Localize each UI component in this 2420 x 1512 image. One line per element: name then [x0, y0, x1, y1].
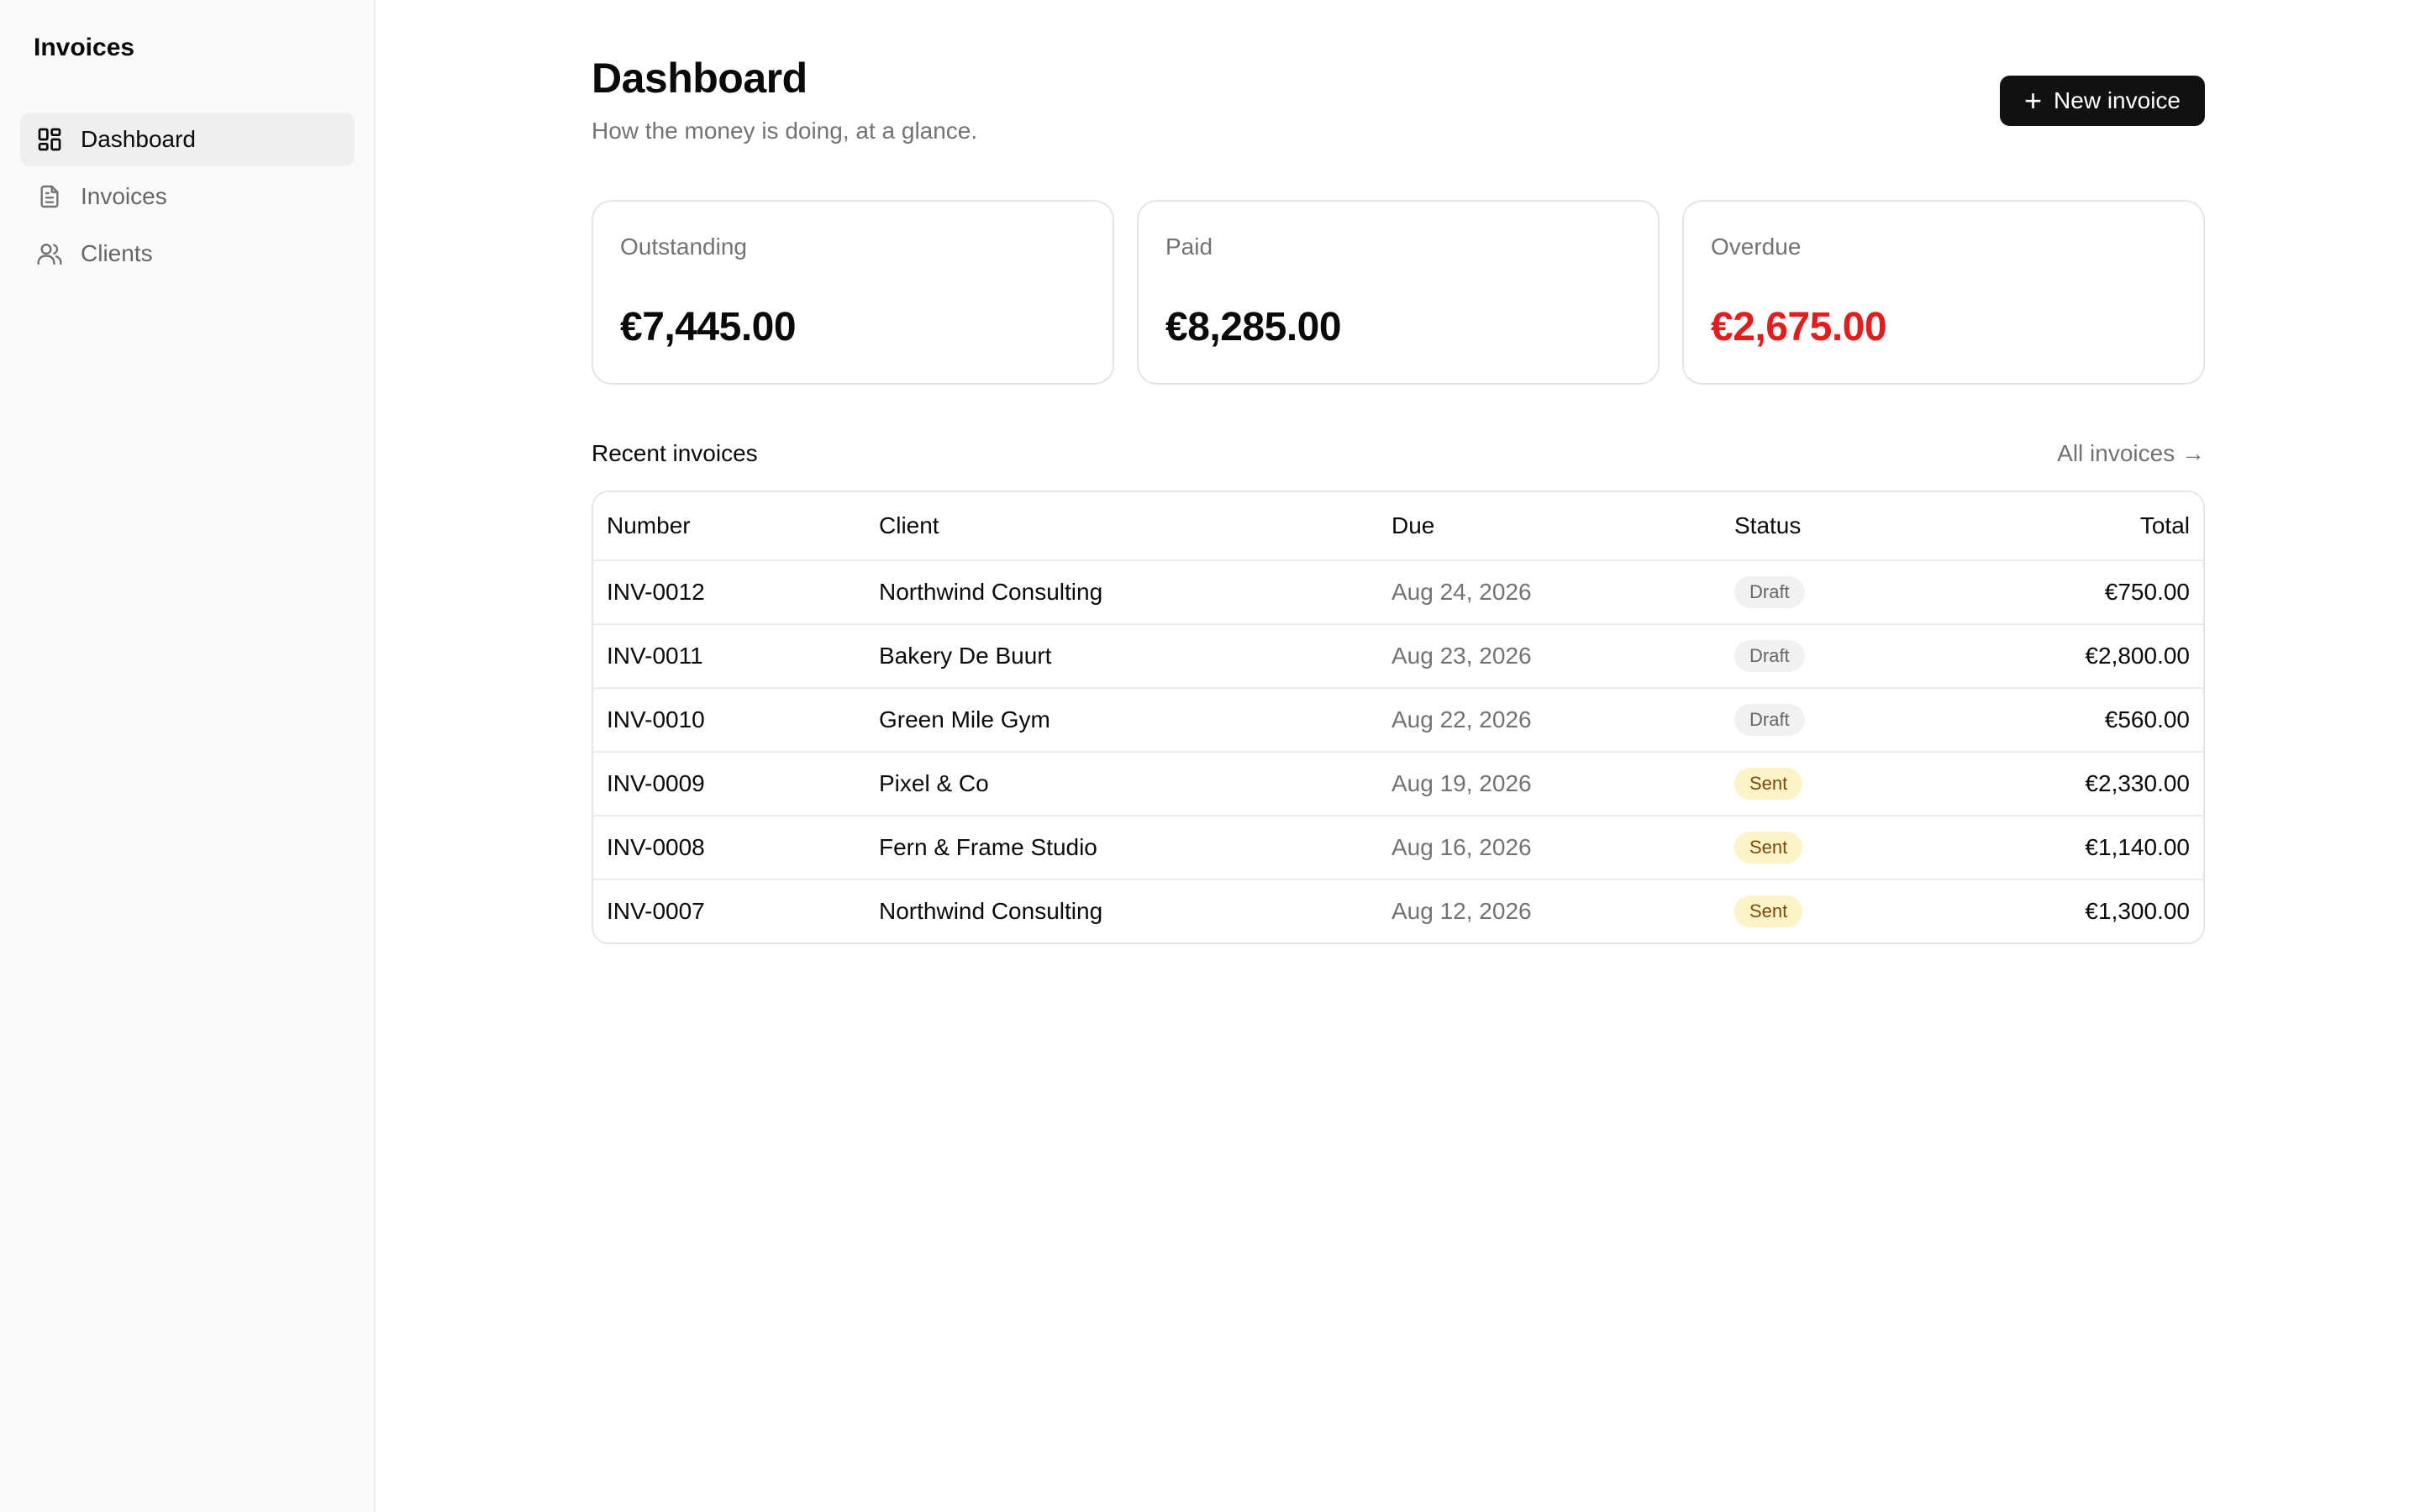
invoice-status-cell: Sent	[1734, 816, 1986, 880]
recent-invoices-title: Recent invoices	[592, 440, 758, 466]
invoice-due: Aug 12, 2026	[1392, 898, 1532, 924]
stat-card-paid: Paid €8,285.00	[1137, 200, 1660, 385]
new-invoice-label: New invoice	[2054, 87, 2181, 113]
column-header-number: Number	[593, 492, 879, 561]
sidebar: Invoices Dashboard Invoices Clients	[0, 0, 376, 1512]
invoice-number: INV-0008	[593, 816, 879, 880]
table-row[interactable]: INV-0009 Pixel & Co Aug 19, 2026 Sent €2…	[593, 752, 2203, 816]
column-header-client: Client	[879, 492, 1392, 561]
column-header-due: Due	[1392, 492, 1734, 561]
invoice-due: Aug 23, 2026	[1392, 624, 1734, 689]
column-header-total: Total	[1986, 492, 2203, 561]
new-invoice-button[interactable]: + New invoice	[2000, 76, 2205, 126]
stat-value: €7,445.00	[620, 305, 797, 349]
sidebar-item-label: Dashboard	[81, 126, 196, 152]
sidebar-item-invoices[interactable]: Invoices	[20, 170, 355, 223]
invoice-client: Northwind Consulting	[879, 560, 1392, 625]
stat-value: €2,675.00	[1711, 305, 1887, 349]
stat-label: Outstanding	[620, 234, 747, 260]
invoice-total: €1,140.00	[1986, 816, 2203, 880]
stat-cards: Outstanding €7,445.00 Paid €8,285.00 Ove…	[592, 200, 2205, 385]
invoice-number: INV-0012	[593, 560, 879, 625]
invoice-number: INV-0010	[593, 688, 879, 753]
app-title: Invoices	[34, 34, 135, 61]
page-title: Dashboard	[592, 55, 808, 102]
table-row[interactable]: INV-0007 Northwind Consulting Aug 12, 20…	[593, 879, 2203, 942]
invoice-status-cell: Draft	[1734, 624, 1986, 689]
invoice-total: €750.00	[1986, 560, 2203, 625]
table-header-row: Number Client Due Status Total	[593, 492, 2203, 561]
status-badge: Sent	[1734, 895, 1803, 927]
sidebar-item-label: Clients	[81, 240, 153, 266]
users-icon	[35, 239, 64, 268]
invoice-number: INV-0009	[593, 752, 879, 816]
invoice-client: Fern & Frame Studio	[879, 816, 1392, 880]
invoice-due: Aug 22, 2026	[1392, 688, 1734, 753]
recent-invoices-table: Number Client Due Status Total INV-0012 …	[592, 491, 2205, 944]
stat-label: Overdue	[1711, 234, 1802, 260]
stat-label: Paid	[1165, 234, 1213, 260]
invoice-status-cell: Sent	[1734, 752, 1986, 816]
invoice-total: €2,330.00	[1986, 752, 2203, 816]
invoice-client: Bakery De Buurt	[879, 624, 1392, 689]
invoice-status-cell: Draft	[1734, 560, 1986, 625]
dashboard-icon	[35, 125, 64, 154]
invoice-client: Pixel & Co	[879, 752, 1392, 816]
document-icon	[35, 182, 64, 211]
invoice-due: Aug 24, 2026	[1392, 560, 1734, 625]
table-row[interactable]: INV-0008 Fern & Frame Studio Aug 16, 202…	[593, 816, 2203, 880]
invoice-due: Aug 19, 2026	[1392, 752, 1734, 816]
invoice-client: Green Mile Gym	[879, 688, 1392, 753]
status-badge: Sent	[1734, 768, 1803, 800]
stat-value: €8,285.00	[1165, 305, 1342, 349]
sidebar-item-dashboard[interactable]: Dashboard	[20, 113, 355, 166]
status-badge: Draft	[1734, 640, 1805, 672]
plus-icon: +	[2024, 83, 2043, 118]
table-row[interactable]: INV-0010 Green Mile Gym Aug 22, 2026 Dra…	[593, 688, 2203, 753]
table-row[interactable]: INV-0011 Bakery De Buurt Aug 23, 2026 Dr…	[593, 624, 2203, 689]
status-badge: Draft	[1734, 704, 1805, 736]
invoice-client: Northwind Consulting	[879, 898, 1103, 924]
sidebar-item-clients[interactable]: Clients	[20, 227, 355, 281]
arrow-right-icon: →	[2181, 440, 2205, 466]
invoice-status-cell: Sent	[1734, 879, 1986, 942]
invoice-due: Aug 16, 2026	[1392, 816, 1734, 880]
sidebar-item-label: Invoices	[81, 183, 167, 209]
invoice-number: INV-0011	[593, 624, 879, 689]
all-invoices-label: All invoices	[2057, 440, 2175, 466]
page-subtitle: How the money is doing, at a glance.	[592, 118, 978, 144]
table-row[interactable]: INV-0012 Northwind Consulting Aug 24, 20…	[593, 560, 2203, 625]
invoice-status-cell: Draft	[1734, 688, 1986, 753]
status-badge: Sent	[1734, 832, 1803, 864]
all-invoices-link[interactable]: All invoices →	[2057, 440, 2205, 467]
invoice-total: €560.00	[1986, 688, 2203, 753]
stat-card-outstanding: Outstanding €7,445.00	[592, 200, 1114, 385]
invoice-total: €2,800.00	[1986, 624, 2203, 689]
invoice-number: INV-0007	[607, 898, 705, 924]
status-badge: Draft	[1734, 576, 1805, 608]
sidebar-nav: Dashboard Invoices Clients	[20, 113, 355, 284]
invoice-total: €1,300.00	[2085, 898, 2190, 924]
stat-card-overdue: Overdue €2,675.00	[1682, 200, 2205, 385]
column-header-status: Status	[1734, 492, 1986, 561]
